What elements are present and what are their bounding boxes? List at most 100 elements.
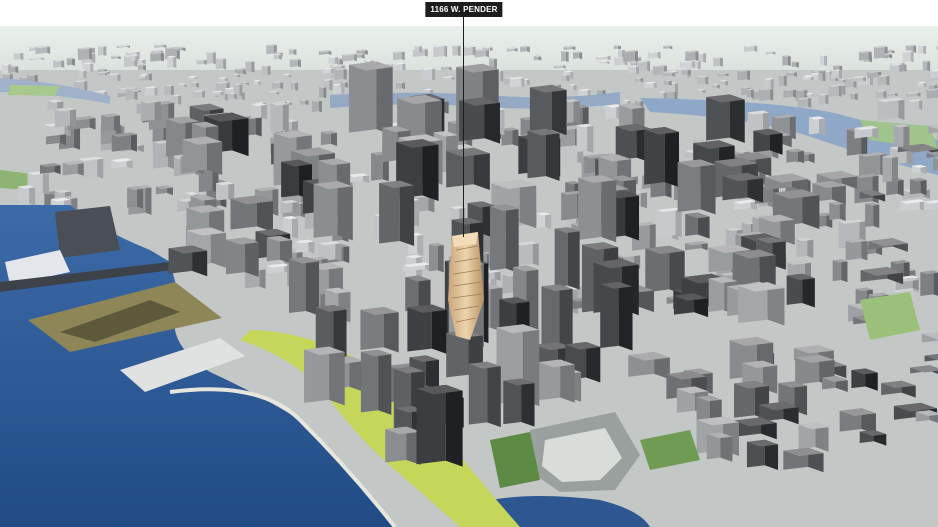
building-block xyxy=(561,50,566,62)
building-block xyxy=(512,127,519,147)
building-block xyxy=(360,349,379,413)
building-block xyxy=(305,256,320,316)
building-block xyxy=(472,45,476,56)
building-block xyxy=(854,173,873,204)
building-block xyxy=(90,62,94,73)
building-block xyxy=(154,86,158,96)
building-block xyxy=(432,67,436,81)
building-block xyxy=(838,84,842,97)
building-block xyxy=(559,284,573,353)
building-block xyxy=(416,384,446,465)
building-block xyxy=(601,174,617,243)
building-block xyxy=(919,99,923,110)
building-block xyxy=(582,104,589,127)
building-block xyxy=(886,74,890,86)
building-block xyxy=(567,227,580,290)
building-block xyxy=(841,259,848,283)
building-block xyxy=(656,207,676,238)
building-block xyxy=(521,76,525,88)
building-block xyxy=(578,174,602,240)
building-block xyxy=(272,186,279,216)
building-block xyxy=(343,244,350,264)
building-block xyxy=(808,97,812,108)
building-block xyxy=(178,94,182,105)
building-block xyxy=(819,116,826,136)
building-block xyxy=(399,180,415,247)
building-block xyxy=(750,88,754,99)
building-block xyxy=(527,128,546,179)
building-block xyxy=(832,259,842,282)
building-block xyxy=(422,139,439,201)
building-block xyxy=(335,241,342,262)
building-block xyxy=(282,101,289,132)
building-block xyxy=(137,186,144,209)
building-block xyxy=(882,154,892,183)
building-block xyxy=(770,77,774,90)
building-block xyxy=(212,51,216,65)
building-block xyxy=(445,384,463,467)
building-block xyxy=(29,185,36,206)
building-block xyxy=(92,52,96,64)
building-block xyxy=(292,216,299,239)
building-block xyxy=(649,222,656,251)
building-block xyxy=(379,180,400,244)
building-block xyxy=(167,55,174,68)
building-block xyxy=(239,83,243,97)
building-block xyxy=(703,52,707,63)
building-block xyxy=(778,74,784,86)
building-block xyxy=(319,86,324,98)
building-block xyxy=(493,57,497,70)
building-block xyxy=(490,204,506,271)
building-block xyxy=(154,99,161,122)
building-block xyxy=(561,190,578,221)
building-block xyxy=(644,127,665,185)
building-block xyxy=(228,181,235,202)
building-block xyxy=(255,115,262,137)
building-block xyxy=(839,201,846,221)
building-block xyxy=(903,124,910,149)
building-block xyxy=(705,75,709,85)
city-aerial-render xyxy=(0,0,938,527)
building-block xyxy=(70,107,77,128)
building-block xyxy=(152,139,168,169)
building-block xyxy=(697,60,701,70)
building-block xyxy=(259,267,266,289)
building-block xyxy=(770,88,774,101)
building-block xyxy=(898,97,905,120)
building-block xyxy=(206,51,213,64)
building-block xyxy=(417,232,424,256)
building-block xyxy=(861,238,868,261)
building-block xyxy=(551,84,567,136)
building-block xyxy=(343,68,347,80)
building-block xyxy=(677,159,701,212)
building-block xyxy=(532,241,539,266)
building-block xyxy=(664,127,679,188)
building-block xyxy=(865,202,874,227)
building-block xyxy=(251,60,255,73)
building-block xyxy=(270,101,283,132)
building-block xyxy=(487,361,501,428)
callout-leader-line xyxy=(463,15,464,237)
building-block xyxy=(89,47,93,60)
building-block xyxy=(541,284,560,351)
building-block xyxy=(329,346,345,406)
building-block xyxy=(437,243,444,273)
building-block xyxy=(97,156,104,179)
building-block xyxy=(807,237,814,259)
building-block xyxy=(618,281,633,351)
building-block xyxy=(8,63,12,75)
building-block xyxy=(304,346,330,403)
building-block xyxy=(922,60,928,71)
building-block xyxy=(329,78,333,91)
building-block xyxy=(103,45,107,57)
building-block xyxy=(323,86,327,99)
building-block xyxy=(337,181,353,241)
building-block xyxy=(719,56,723,67)
building-block xyxy=(920,270,934,296)
building-block xyxy=(783,74,787,87)
building-block xyxy=(376,61,393,135)
building-block xyxy=(468,361,488,425)
building-block xyxy=(675,207,682,238)
building-block xyxy=(457,44,461,57)
building-block xyxy=(824,54,828,67)
